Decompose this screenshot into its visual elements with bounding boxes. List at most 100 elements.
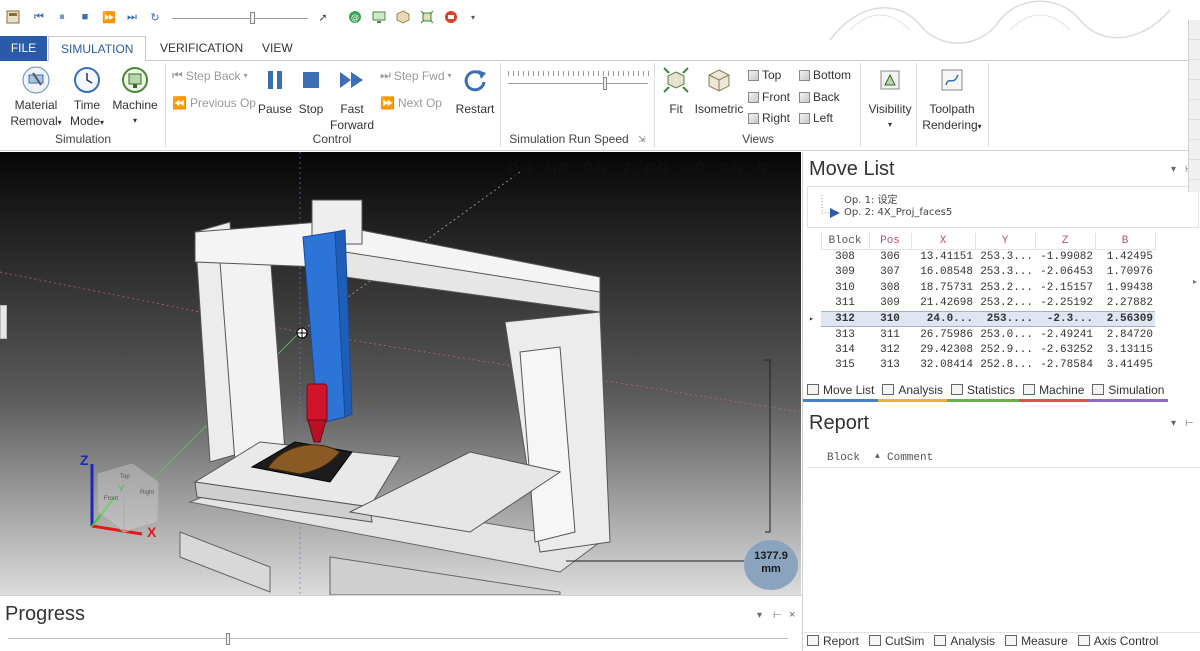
side-tool-home-icon[interactable] [1189,20,1200,40]
view-top-button[interactable]: Top [748,68,781,82]
move-list-col-block[interactable]: Block [820,233,870,250]
machine-button[interactable]: Machine ▾ [108,65,162,129]
tab-machine[interactable]: Machine [1019,380,1089,402]
view-back-button[interactable]: Back [799,90,840,104]
fit-button[interactable]: Fit [660,65,692,117]
tab-measure[interactable]: Measure [1001,633,1072,651]
view-cube-front-label[interactable]: Front [104,496,118,502]
stop-icon[interactable]: ■ [78,10,92,24]
move-list-col-y[interactable]: Y [974,233,1036,250]
pause-icon[interactable]: ⏸ [55,10,69,24]
table-cell: 311 [835,297,855,309]
speed-slider-track[interactable] [172,18,308,19]
material-removal-button[interactable]: Material Removal▾ [6,65,66,131]
side-tool-globe-icon[interactable] [1189,120,1200,140]
viewport-resize-handle[interactable] [0,305,7,339]
table-row[interactable]: 311 309 21.42698 253.2... -2.25192 2.27882 [807,295,1155,311]
isometric-button[interactable]: Isometric [692,65,746,117]
table-row[interactable]: 313 311 26.75986 253.0... -2.49241 2.84720 [807,326,1155,342]
table-cell: 1.70976 [1106,266,1153,279]
fast-forward-button[interactable]: Fast Forward [328,65,376,133]
side-tool-layer-icon[interactable] [1189,60,1200,80]
speed-slider-knob[interactable] [250,12,255,24]
cursor-icon[interactable]: ➚ [316,10,330,24]
run-speed-track[interactable] [508,83,648,84]
side-tool-doc-icon[interactable] [1189,160,1200,180]
tab-analysis[interactable]: Analysis [878,380,948,402]
view-right-button[interactable]: Right [748,111,790,125]
move-list-col-x[interactable]: X [910,233,976,250]
report-col-comment[interactable]: Comment [887,452,933,464]
simulation-viewport[interactable]: 00:00:09.7/00:00:35.5 Z X Y Front Right … [0,152,801,595]
toolpath-rendering-button[interactable]: Toolpath Rendering▾ [918,65,986,135]
table-row[interactable]: 315 313 32.08414 252.8... -2.78584 3.41495 [807,357,1155,373]
side-tool-chart-icon[interactable] [1189,100,1200,120]
table-row[interactable]: ▸ 312 310 24.0... 253.... -2.3... 2.56309 [807,310,1155,327]
dialog-launcher-icon[interactable]: ⇲ [638,134,646,145]
move-list-col-b[interactable]: B [1094,233,1156,250]
step-fwd-button[interactable]: ⏭ Step Fwd ▾ [380,68,452,83]
tab-axis-control[interactable]: Axis Control [1074,633,1163,651]
operation-item-active[interactable]: Op. 2: 4X_Proj_faces5 [844,207,952,218]
move-list-col-z[interactable]: Z [1034,233,1096,250]
record-icon[interactable] [444,10,458,24]
scroll-indicator-icon[interactable]: ▸ [1193,277,1197,286]
table-row[interactable]: 308 306 13.41151 253.3... -1.99082 1.42495 [807,249,1155,265]
chevron-down-icon[interactable]: ▾ [1171,418,1176,429]
side-tool-color-icon[interactable] [1189,80,1200,100]
run-speed-knob[interactable] [603,77,608,90]
globe-icon[interactable]: @ [348,10,362,24]
pause-button[interactable]: Pause [256,65,294,117]
restart-button[interactable]: Restart [454,65,496,117]
view-bottom-button[interactable]: Bottom [799,68,851,82]
tab-file[interactable]: FILE [0,36,47,61]
view-cube-top-label[interactable]: Top [120,474,130,480]
next-op-button[interactable]: ⏩ Next Op [380,96,442,110]
table-row[interactable]: 314 312 29.42308 252.9... -2.63252 3.13115 [807,342,1155,358]
ribbon-tabs: FILE SIMULATION VERIFICATION VIEW [0,36,1200,62]
tab-analysis[interactable]: Analysis [930,633,999,651]
fit-icon[interactable] [420,10,434,24]
pin-icon[interactable]: ⊢ [773,610,782,621]
fast-forward-icon[interactable]: ⏩ [102,10,116,24]
tab-report[interactable]: Report [803,633,863,651]
skip-back-icon[interactable]: ⏮ [32,10,46,24]
right-panel: Move List ▾ ⊢ Op. 1: 设定 Op. 2: 4X_Proj_f… [802,152,1200,651]
chevron-down-icon[interactable]: ▾ [757,610,762,621]
tab-cutsim[interactable]: CutSim [865,633,928,651]
pin-icon[interactable]: ⊢ [1185,418,1194,429]
view-front-button[interactable]: Front [748,90,790,104]
tab-simulation[interactable]: SIMULATION [48,36,147,62]
progress-knob[interactable] [226,633,231,645]
table-row[interactable]: 309 307 16.08548 253.3... -2.06453 1.70976 [807,264,1155,280]
side-tool-view-icon[interactable] [1189,40,1200,60]
tab-statistics[interactable]: Statistics [947,380,1020,402]
restart-icon[interactable]: ↻ [148,10,162,24]
move-list-col-pos[interactable]: Pos [868,233,912,250]
table-row[interactable]: 310 308 18.75731 253.2... -2.15157 1.99438 [807,280,1155,296]
step-back-button[interactable]: ⏮ Step Back ▾ [172,68,248,83]
view-cube-right-label[interactable]: Right [140,490,154,496]
tab-verification[interactable]: VERIFICATION [148,36,255,61]
visibility-button[interactable]: Visibility ▾ [864,65,916,133]
skip-next-icon[interactable]: ⏭ [125,10,139,24]
dropdown-icon[interactable]: ▾ [466,10,480,24]
view-left-button[interactable]: Left [799,111,833,125]
tab-view[interactable]: VIEW [250,36,305,61]
monitor-icon[interactable] [372,10,386,24]
close-icon[interactable]: × [789,609,795,621]
table-cell: 21.42698 [920,297,973,309]
machine-label: Machine [112,98,158,112]
tab-move-list[interactable]: Move List [803,380,879,402]
app-icon[interactable] [6,10,20,24]
report-col-block[interactable]: Block [827,452,860,464]
cube-icon[interactable] [396,10,410,24]
stop-button[interactable]: Stop [294,65,328,117]
time-mode-button[interactable]: Time Mode▾ [66,65,108,131]
chevron-down-icon[interactable]: ▾ [1171,164,1176,175]
progress-track[interactable] [8,638,788,639]
tab-simulation[interactable]: Simulation [1088,380,1169,402]
previous-op-button[interactable]: ⏪ Previous Op [172,96,256,110]
side-tool-record-icon[interactable] [1189,140,1200,160]
operation-item[interactable]: Op. 1: 设定 [844,191,898,206]
